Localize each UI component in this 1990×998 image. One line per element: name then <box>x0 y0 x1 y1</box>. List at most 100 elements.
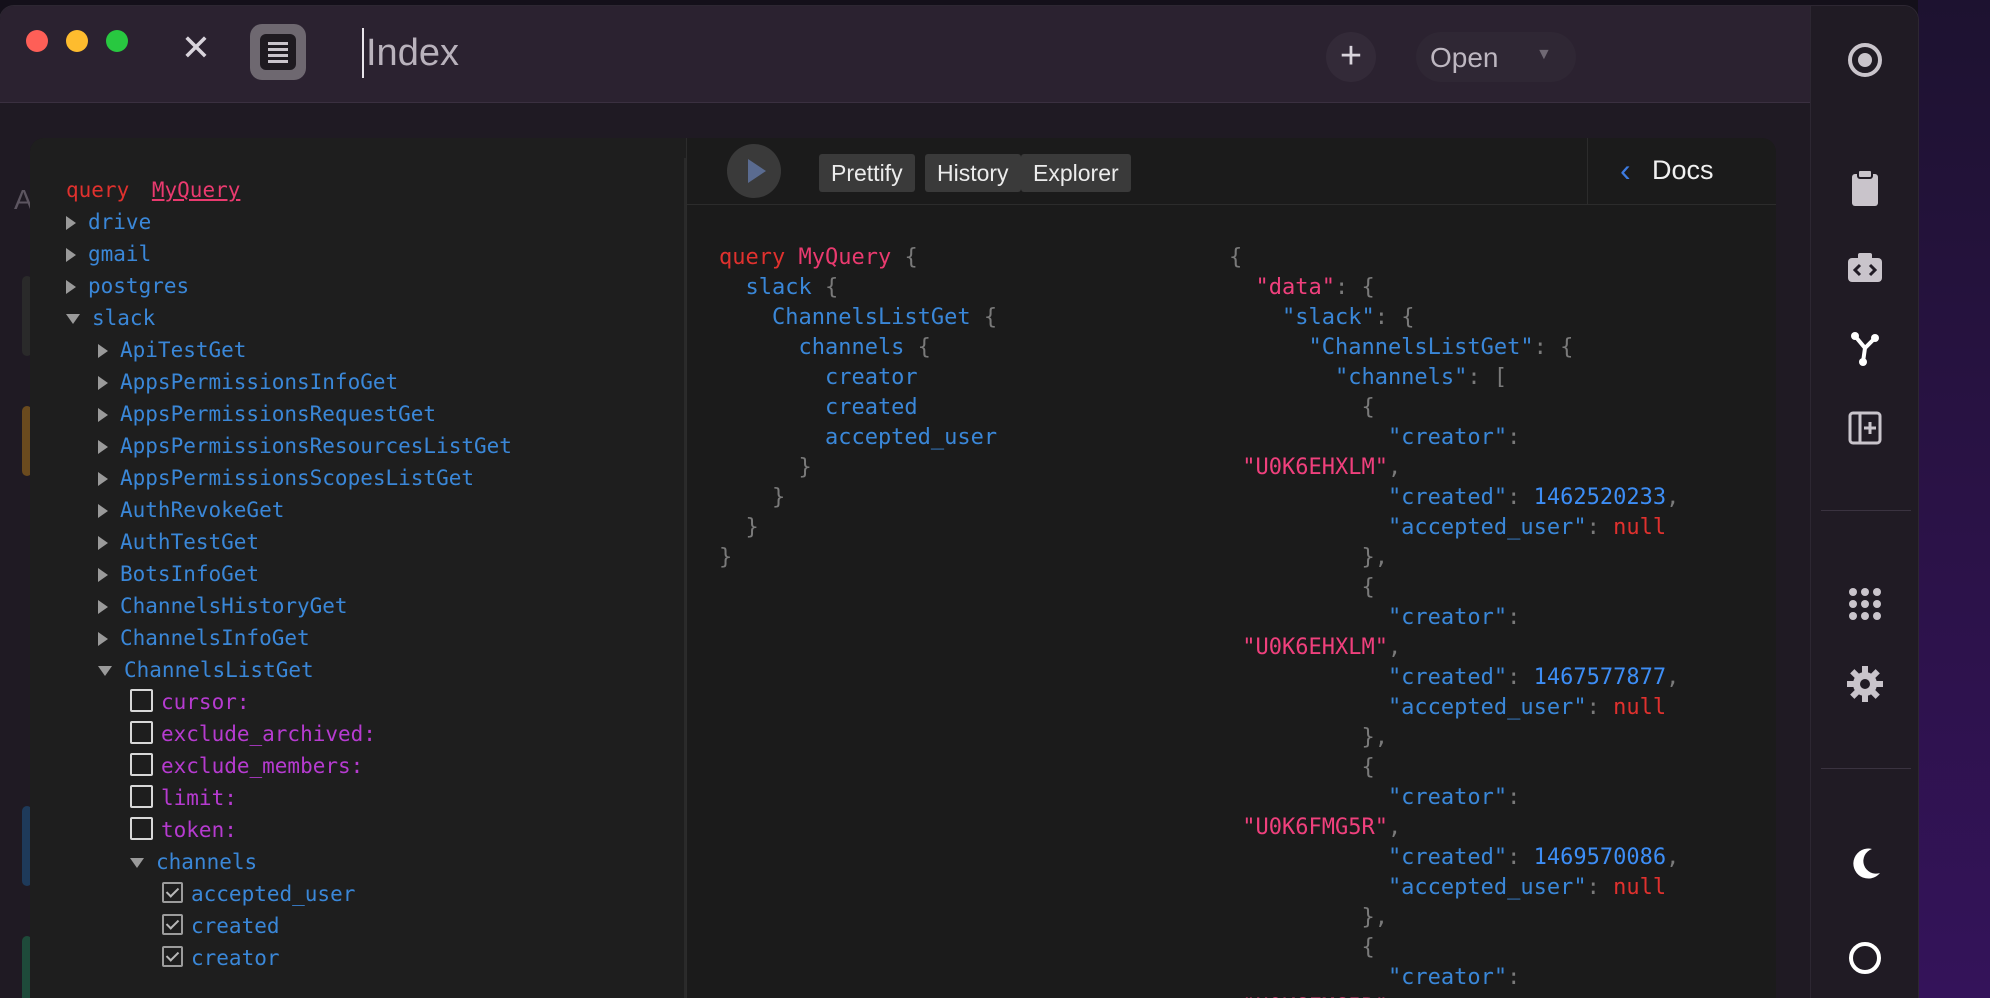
menu-button[interactable] <box>250 24 306 80</box>
result-line: "created": 1462520233, <box>1229 485 1680 510</box>
explorer-argument[interactable]: exclude_archived: <box>130 720 376 747</box>
chevron-right-icon[interactable] <box>66 280 76 294</box>
result-line: "creator": <box>1229 785 1521 810</box>
chevron-right-icon[interactable] <box>66 216 76 230</box>
result-line: "created": 1467577877, <box>1229 665 1680 690</box>
explorer-field[interactable]: AuthRevokeGet <box>98 498 284 522</box>
chevron-right-icon[interactable] <box>98 408 108 422</box>
chevron-right-icon[interactable] <box>98 568 108 582</box>
explorer-item-label: AppsPermissionsRequestGet <box>120 402 437 426</box>
explorer-field[interactable]: created <box>162 913 280 938</box>
moon-icon[interactable] <box>1841 840 1889 888</box>
open-button[interactable]: Open ▼ <box>1416 32 1576 82</box>
chevron-right-icon[interactable] <box>98 504 108 518</box>
explorer-field[interactable]: AppsPermissionsRequestGet <box>98 402 436 426</box>
checkbox[interactable] <box>162 913 183 935</box>
chevron-right-icon[interactable] <box>98 600 108 614</box>
query-line: } <box>719 455 812 480</box>
explorer-argument[interactable]: exclude_members: <box>130 752 364 779</box>
run-query-button[interactable] <box>727 144 781 198</box>
explorer-field[interactable]: postgres <box>66 274 189 298</box>
explorer-field[interactable]: accepted_user <box>162 881 355 906</box>
window-minimize-button[interactable] <box>66 30 88 52</box>
right-sidebar <box>1810 6 1918 998</box>
checkbox[interactable] <box>130 816 153 840</box>
checkbox[interactable] <box>130 784 153 808</box>
chevron-right-icon[interactable] <box>98 472 108 486</box>
chevron-right-icon[interactable] <box>98 344 108 358</box>
explorer-field[interactable]: AppsPermissionsScopesListGet <box>98 466 474 490</box>
result-line: "U0K6FMG5R", <box>1229 815 1402 840</box>
record-icon[interactable] <box>1841 36 1889 84</box>
query-name-input[interactable]: MyQuery <box>152 178 241 202</box>
chevron-left-icon: ‹ <box>1620 152 1631 188</box>
add-panel-icon[interactable] <box>1841 404 1889 452</box>
chevron-down-icon[interactable] <box>66 314 80 324</box>
explorer-field[interactable]: ChannelsListGet <box>98 658 314 682</box>
prettify-button[interactable]: Prettify <box>819 154 915 192</box>
chevron-right-icon[interactable] <box>98 376 108 390</box>
result-line: "slack": { <box>1229 305 1415 330</box>
result-line: "creator": <box>1229 965 1521 990</box>
result-line: "creator": <box>1229 605 1521 630</box>
explorer-item-label: ChannelsListGet <box>124 658 314 682</box>
window-zoom-button[interactable] <box>106 30 128 52</box>
window-close-button[interactable] <box>26 30 48 52</box>
checkbox[interactable] <box>130 752 153 776</box>
explorer-field[interactable]: channels <box>130 850 257 874</box>
chevron-right-icon[interactable] <box>98 632 108 646</box>
add-button[interactable]: + <box>1326 32 1376 82</box>
list-icon <box>260 34 296 70</box>
open-label: Open <box>1430 42 1499 73</box>
explorer-button[interactable]: Explorer <box>1021 154 1131 192</box>
chevron-right-icon[interactable] <box>98 440 108 454</box>
result-line: "U0K6EHXLM", <box>1229 455 1402 480</box>
close-icon[interactable]: ✕ <box>176 28 216 68</box>
result-line: }, <box>1229 725 1388 750</box>
query-editor[interactable]: query MyQuery { slack { ChannelsListGet … <box>687 205 1227 998</box>
chevron-down-icon: ▼ <box>1536 46 1552 63</box>
chevron-down-icon[interactable] <box>130 858 144 868</box>
clipboard-icon[interactable] <box>1841 164 1889 212</box>
explorer-field[interactable]: AppsPermissionsInfoGet <box>98 370 398 394</box>
explorer-field[interactable]: slack <box>66 306 155 330</box>
explorer-item-label: slack <box>92 306 156 330</box>
circle-icon[interactable] <box>1841 934 1889 982</box>
settings-icon[interactable] <box>1841 660 1889 708</box>
checkbox[interactable] <box>130 688 153 712</box>
result-line: "creator": <box>1229 425 1521 450</box>
result-line: { <box>1229 755 1375 780</box>
explorer-item-label: AuthTestGet <box>120 530 260 554</box>
chevron-right-icon[interactable] <box>66 248 76 262</box>
explorer-field[interactable]: ChannelsInfoGet <box>98 626 310 650</box>
graphql-icon[interactable] <box>1841 324 1889 372</box>
explorer-item-label: AppsPermissionsResourcesListGet <box>120 434 512 458</box>
explorer-argument[interactable]: token: <box>130 816 237 843</box>
code-capture-icon[interactable] <box>1841 244 1889 292</box>
title-input[interactable] <box>362 28 968 78</box>
explorer-argument[interactable]: limit: <box>130 784 237 811</box>
query-explorer: query MyQuery drive gmail postgres slack Api… <box>30 138 687 998</box>
explorer-field[interactable]: creator <box>162 945 280 970</box>
explorer-field[interactable]: AuthTestGet <box>98 530 259 554</box>
history-button[interactable]: History <box>925 154 1021 192</box>
query-line: created <box>719 395 918 420</box>
query-line: channels { <box>719 335 931 360</box>
chevron-down-icon[interactable] <box>98 666 112 676</box>
explorer-field[interactable]: ApiTestGet <box>98 338 246 362</box>
explorer-field[interactable]: AppsPermissionsResourcesListGet <box>98 434 512 458</box>
docs-button[interactable]: ‹ Docs <box>1587 138 1776 204</box>
explorer-item-label: exclude_archived: <box>161 722 376 746</box>
explorer-field[interactable]: drive <box>66 210 151 234</box>
query-line: } <box>719 545 733 570</box>
explorer-field[interactable]: ChannelsHistoryGet <box>98 594 348 618</box>
checkbox[interactable] <box>162 945 183 967</box>
explorer-argument[interactable]: cursor: <box>130 688 250 715</box>
checkbox[interactable] <box>162 881 183 903</box>
checkbox[interactable] <box>130 720 153 744</box>
explorer-field[interactable]: BotsInfoGet <box>98 562 259 586</box>
grid-icon[interactable] <box>1841 580 1889 628</box>
explorer-field[interactable]: gmail <box>66 242 151 266</box>
chevron-right-icon[interactable] <box>98 536 108 550</box>
explorer-item-label: exclude_members: <box>161 754 364 778</box>
